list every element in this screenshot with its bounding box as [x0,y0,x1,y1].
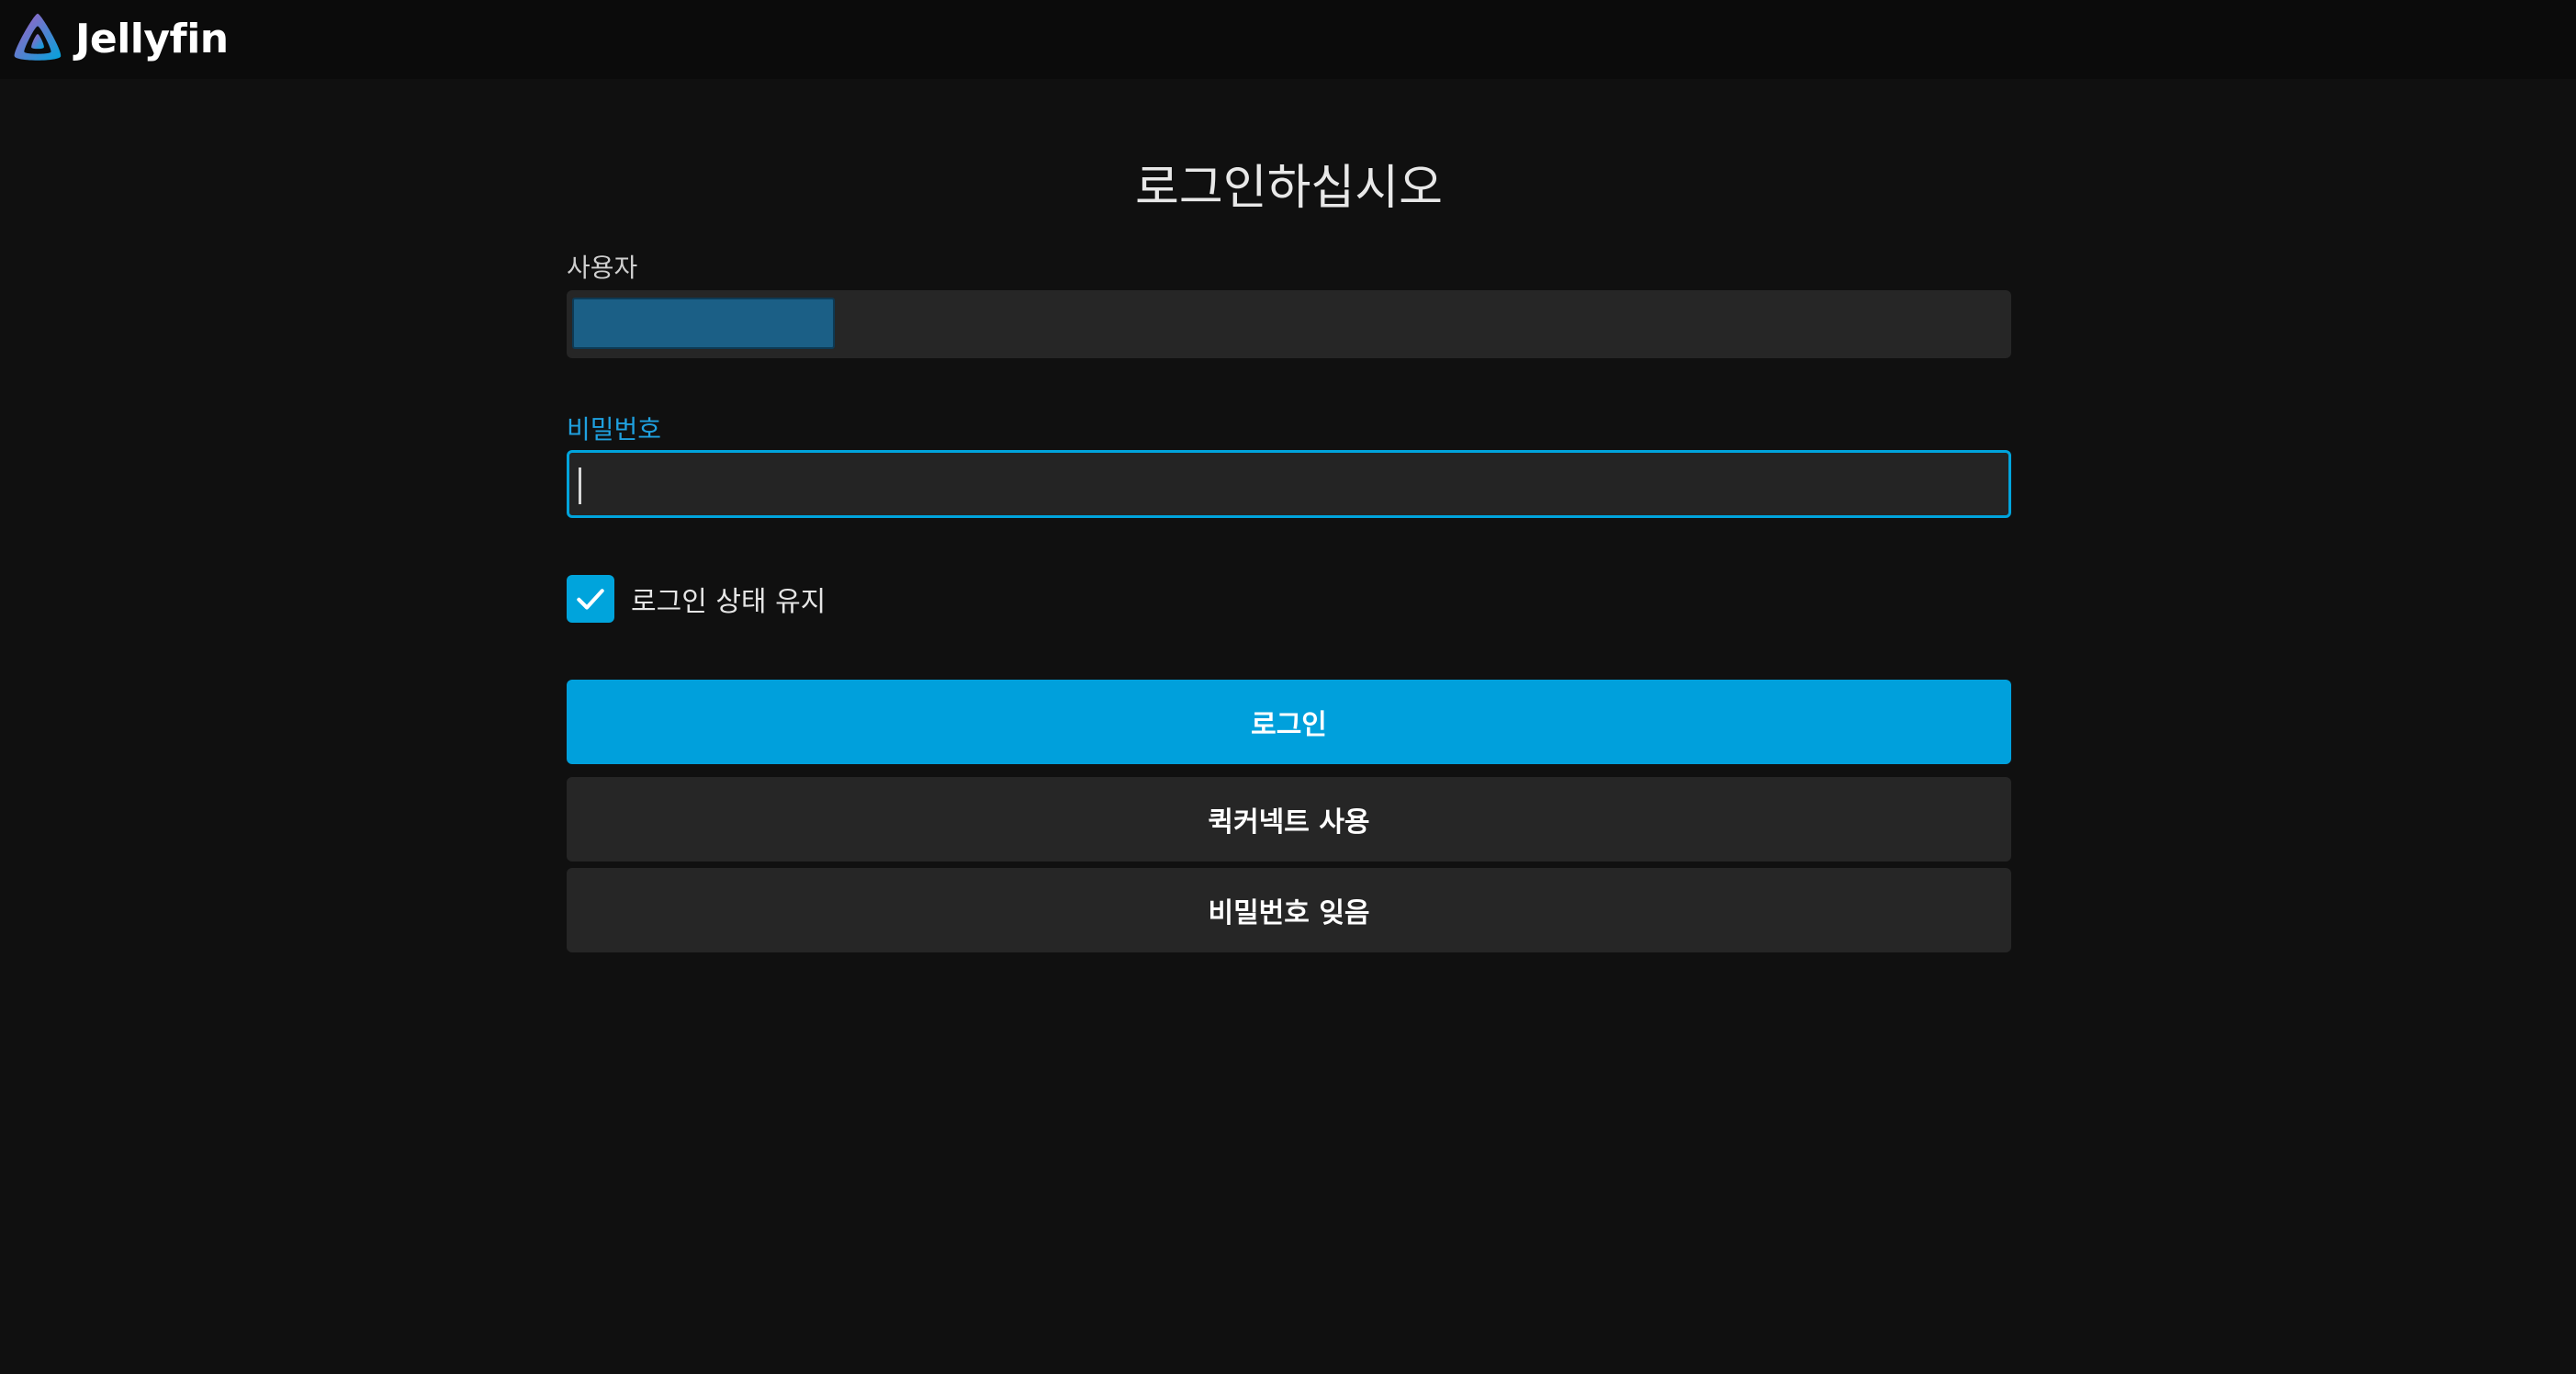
remember-me-label: 로그인 상태 유지 [631,586,827,618]
top-bar: Jellyfin [0,0,2576,79]
brand-logo-link[interactable]: Jellyfin [9,9,229,68]
username-label: 사용자 [567,253,638,283]
password-label: 비밀번호 [567,414,662,445]
quick-connect-button[interactable]: 퀵커넥트 사용 [567,777,2011,862]
login-button[interactable]: 로그인 [567,680,2011,764]
remember-me-row[interactable]: 로그인 상태 유지 [567,573,826,625]
password-field[interactable] [567,450,2011,518]
username-field[interactable] [567,290,2011,358]
brand-name: Jellyfin [75,15,229,62]
checkmark-icon [577,589,604,610]
remember-me-checkbox[interactable] [567,575,614,623]
page-title: 로그인하십시오 [1135,161,1443,216]
jellyfin-logo-icon [14,13,62,61]
username-autofill-value [572,298,835,349]
text-caret [579,467,581,504]
forgot-password-button[interactable]: 비밀번호 잊음 [567,868,2011,952]
